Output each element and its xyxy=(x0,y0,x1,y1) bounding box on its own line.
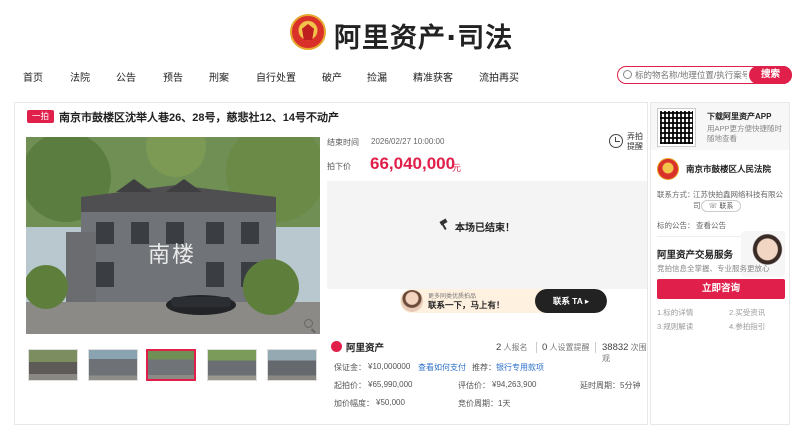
price-unit: 元 xyxy=(452,163,462,173)
step-item[interactable]: 2.买受资讯 xyxy=(729,307,765,318)
photo-caption: 南楼 xyxy=(148,242,197,267)
step-item[interactable]: 1.标的详情 xyxy=(657,307,693,318)
clock-icon xyxy=(609,134,623,148)
remind-label: 弄拍提醒 xyxy=(627,132,643,151)
notice-label: 标的公告： xyxy=(657,221,695,230)
building-illustration xyxy=(26,137,320,334)
auction-ended-text: 本场已结束！ xyxy=(455,223,515,234)
app-subtitle: 用APP更方便快捷随时随地查看 xyxy=(707,124,783,143)
qr-code xyxy=(657,108,696,147)
nav-item-preview[interactable]: 预告 xyxy=(163,69,183,84)
court-emblem-icon xyxy=(657,158,679,180)
final-price-label: 拍下价 xyxy=(327,162,351,171)
auction-info: 结束时间 2026/02/27 10:00:00 拍下价 66,040,000 … xyxy=(327,131,647,343)
site-logo[interactable]: 阿里资产·司法 xyxy=(334,16,513,55)
service-title: 阿里资产交易服务 xyxy=(657,250,734,261)
divider xyxy=(536,342,537,353)
remind-button[interactable]: 弄拍提醒 xyxy=(607,131,647,157)
recommend-label: 推荐： xyxy=(472,363,496,372)
court-info[interactable]: 南京市鼓楼区人民法院 xyxy=(657,158,785,182)
contact-banner-main: 联系一下，马上有！ xyxy=(428,300,505,310)
final-price: 66,040,000 xyxy=(370,154,456,173)
increment-label: 加价幅度： xyxy=(334,399,374,408)
nav-item-resale[interactable]: 流拍再买 xyxy=(479,69,519,84)
gavel-icon xyxy=(440,220,450,228)
consult-button[interactable]: 立即咨询 xyxy=(657,279,785,299)
service-subtitle: 竞拍信息全掌握、专业服务更放心 xyxy=(657,264,770,273)
app-title: 下载阿里资产APP xyxy=(707,112,772,121)
start-price-label: 起拍价： xyxy=(334,381,366,390)
court-name: 南京市鼓楼区人民法院 xyxy=(686,164,772,174)
view-count: 38832 次围观 xyxy=(602,342,647,363)
contact-ta-button[interactable]: 联系 TA ▸ xyxy=(535,289,607,313)
nav-item-criminal[interactable]: 刑案 xyxy=(209,69,229,84)
header: 阿里资产·司法 xyxy=(0,0,800,62)
step-item[interactable]: 3.规则解读 xyxy=(657,321,693,332)
signup-count: 2 人报名 xyxy=(496,342,528,353)
agent-avatar xyxy=(401,290,423,312)
deposit-label: 保证金： xyxy=(334,363,366,372)
extend-value: 5分钟 xyxy=(620,381,641,390)
nav-item-court[interactable]: 法院 xyxy=(70,69,90,84)
nav-item-notice[interactable]: 公告 xyxy=(116,69,136,84)
thumbnail-active[interactable] xyxy=(146,349,196,381)
deposit-value: ¥10,000000 xyxy=(368,362,411,371)
divider xyxy=(595,342,596,353)
end-time-value: 2026/02/27 10:00:00 xyxy=(371,137,445,146)
increment-value: ¥50,000 xyxy=(376,398,405,407)
auction-status-box: 本场已结束！ xyxy=(327,181,647,289)
property-photo[interactable]: 南楼 xyxy=(26,137,320,334)
thumbnail[interactable] xyxy=(88,349,138,381)
nav-item-bargain[interactable]: 捡漏 xyxy=(367,69,387,84)
thumbnail[interactable] xyxy=(28,349,78,381)
nav-item-bankruptcy[interactable]: 破产 xyxy=(322,69,342,84)
view-notice-link[interactable]: 查看公告 xyxy=(696,220,726,231)
search-bar: 搜索 xyxy=(617,65,792,84)
end-time-label: 结束时间 xyxy=(327,138,359,147)
appraisal-value: ¥94,263,900 xyxy=(492,380,537,389)
nav-item-precise[interactable]: 精准获客 xyxy=(413,69,453,84)
bid-cycle-value: 1天 xyxy=(498,399,511,408)
reminder-count: 0 人设置提醒 xyxy=(542,342,590,353)
listing-card: 一拍 南京市鼓楼区沈举人巷26、28号，慈悲社12、14号不动产 南楼 结束时间… xyxy=(14,102,648,425)
search-button[interactable]: 搜索 xyxy=(749,65,792,84)
start-price-value: ¥65,990,000 xyxy=(368,380,413,389)
zoom-icon[interactable] xyxy=(304,319,313,328)
recommend-link[interactable]: 银行专用款项 xyxy=(496,362,544,373)
extend-label: 延时周期： xyxy=(580,381,620,390)
step-item[interactable]: 4.参拍指引 xyxy=(729,321,765,332)
nav-item-self-disposal[interactable]: 自行处置 xyxy=(256,69,296,84)
search-icon xyxy=(623,70,632,79)
appraisal-label: 评估价： xyxy=(458,381,490,390)
search-input[interactable] xyxy=(635,68,747,82)
thumbnail[interactable] xyxy=(267,349,317,381)
thumbnail[interactable] xyxy=(207,349,257,381)
auction-round-badge: 一拍 xyxy=(27,110,54,123)
contact-banner[interactable]: 更多同类优质拍品 联系一下，马上有！ 联系 TA ▸ xyxy=(400,289,607,313)
contact-label: 联系方式： xyxy=(657,190,695,199)
platform-name: 阿里资产 xyxy=(346,343,385,354)
listing-title: 南京市鼓楼区沈举人巷26、28号，慈悲社12、14号不动产 xyxy=(59,112,339,124)
ali-asset-logo-icon xyxy=(331,341,342,352)
phone-contact-button[interactable]: ☏ 联系 xyxy=(701,200,741,212)
nav-item-home[interactable]: 首页 xyxy=(23,69,43,84)
bid-cycle-label: 竞价周期： xyxy=(458,399,498,408)
sidebar: 下载阿里资产APP 用APP更方便快捷随时随地查看 南京市鼓楼区人民法院 联系方… xyxy=(650,102,790,425)
payment-link[interactable]: 查看如何支付 xyxy=(418,362,466,373)
auction-stats: 阿里资产 2 人报名 0 人设置提醒 38832 次围观 保证金： ¥10,00… xyxy=(320,334,649,426)
court-emblem-icon xyxy=(290,14,326,50)
app-download-box[interactable]: 下载阿里资产APP 用APP更方便快捷随时随地查看 xyxy=(651,103,789,150)
